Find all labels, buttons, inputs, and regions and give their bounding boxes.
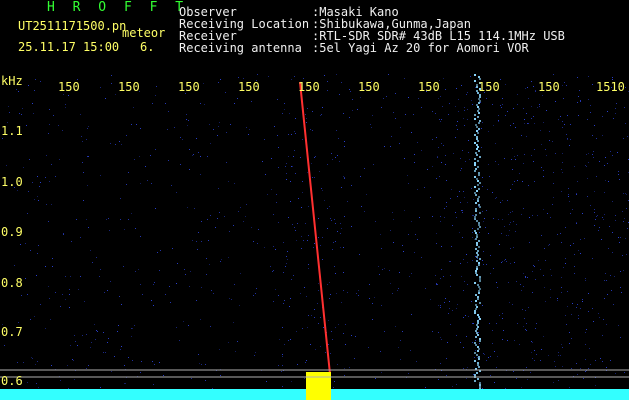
meteor-trace [299,81,331,375]
freq-tick: 150 [478,80,500,94]
freq-tick: 150 [178,80,200,94]
meteor-label: meteor [122,26,166,40]
y-tick: 1.0 [1,175,23,189]
y-tick: 0.6 [1,374,23,388]
filename-label: UT2511171500.pn [18,19,127,33]
axis-unit: kHz [1,74,23,88]
freq-tick: 150 [118,80,140,94]
y-tick: 0.8 [1,276,23,290]
freq-tick: 150 [358,80,380,94]
freq-tick: 150 [298,80,320,94]
freq-tick: 150 [418,80,440,94]
antenna-label: Receiving antenna [179,41,302,55]
y-tick: 0.7 [1,325,23,339]
y-tick: 0.9 [1,225,23,239]
freq-tick: 150 [58,80,80,94]
channel-label: 6. [140,40,155,54]
hrofft-display: H R O F F T UT2511171500.pn meteor 25.11… [0,0,629,400]
freq-tick: 150 [238,80,260,94]
datetime-label: 25.11.17 15:00 [18,40,120,54]
waterfall-spectrogram [0,74,629,400]
freq-tick: 1510 [596,80,625,94]
meteor-echo [306,372,331,400]
app-title: H R O F F T [47,0,189,15]
y-tick: 1.1 [1,124,23,138]
freq-tick: 150 [538,80,560,94]
antenna-value: :5el Yagi Az 20 for Aomori VOR [312,41,529,55]
